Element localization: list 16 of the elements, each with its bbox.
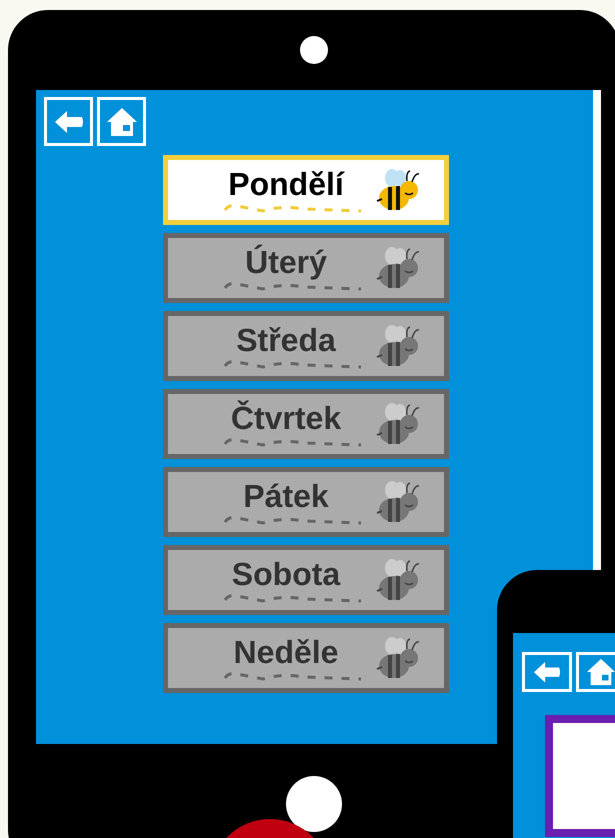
day-button[interactable]: Neděle [163, 623, 449, 693]
home-button[interactable] [97, 97, 146, 146]
back-arrow-icon [533, 660, 561, 684]
camera-dot [300, 36, 328, 64]
back-arrow-icon [54, 110, 84, 134]
day-button[interactable]: Pondělí [163, 155, 449, 225]
day-button[interactable]: Sobota [163, 545, 449, 615]
home-icon [586, 657, 615, 687]
back-button[interactable] [44, 97, 93, 146]
day-button[interactable]: Středa [163, 311, 449, 381]
day-button[interactable]: Čtvrtek [163, 389, 449, 459]
home-icon [106, 106, 138, 138]
day-button[interactable]: Úterý [163, 233, 449, 303]
day-button[interactable]: Pátek [163, 467, 449, 537]
back-button[interactable] [522, 652, 572, 692]
home-button[interactable] [576, 652, 615, 692]
